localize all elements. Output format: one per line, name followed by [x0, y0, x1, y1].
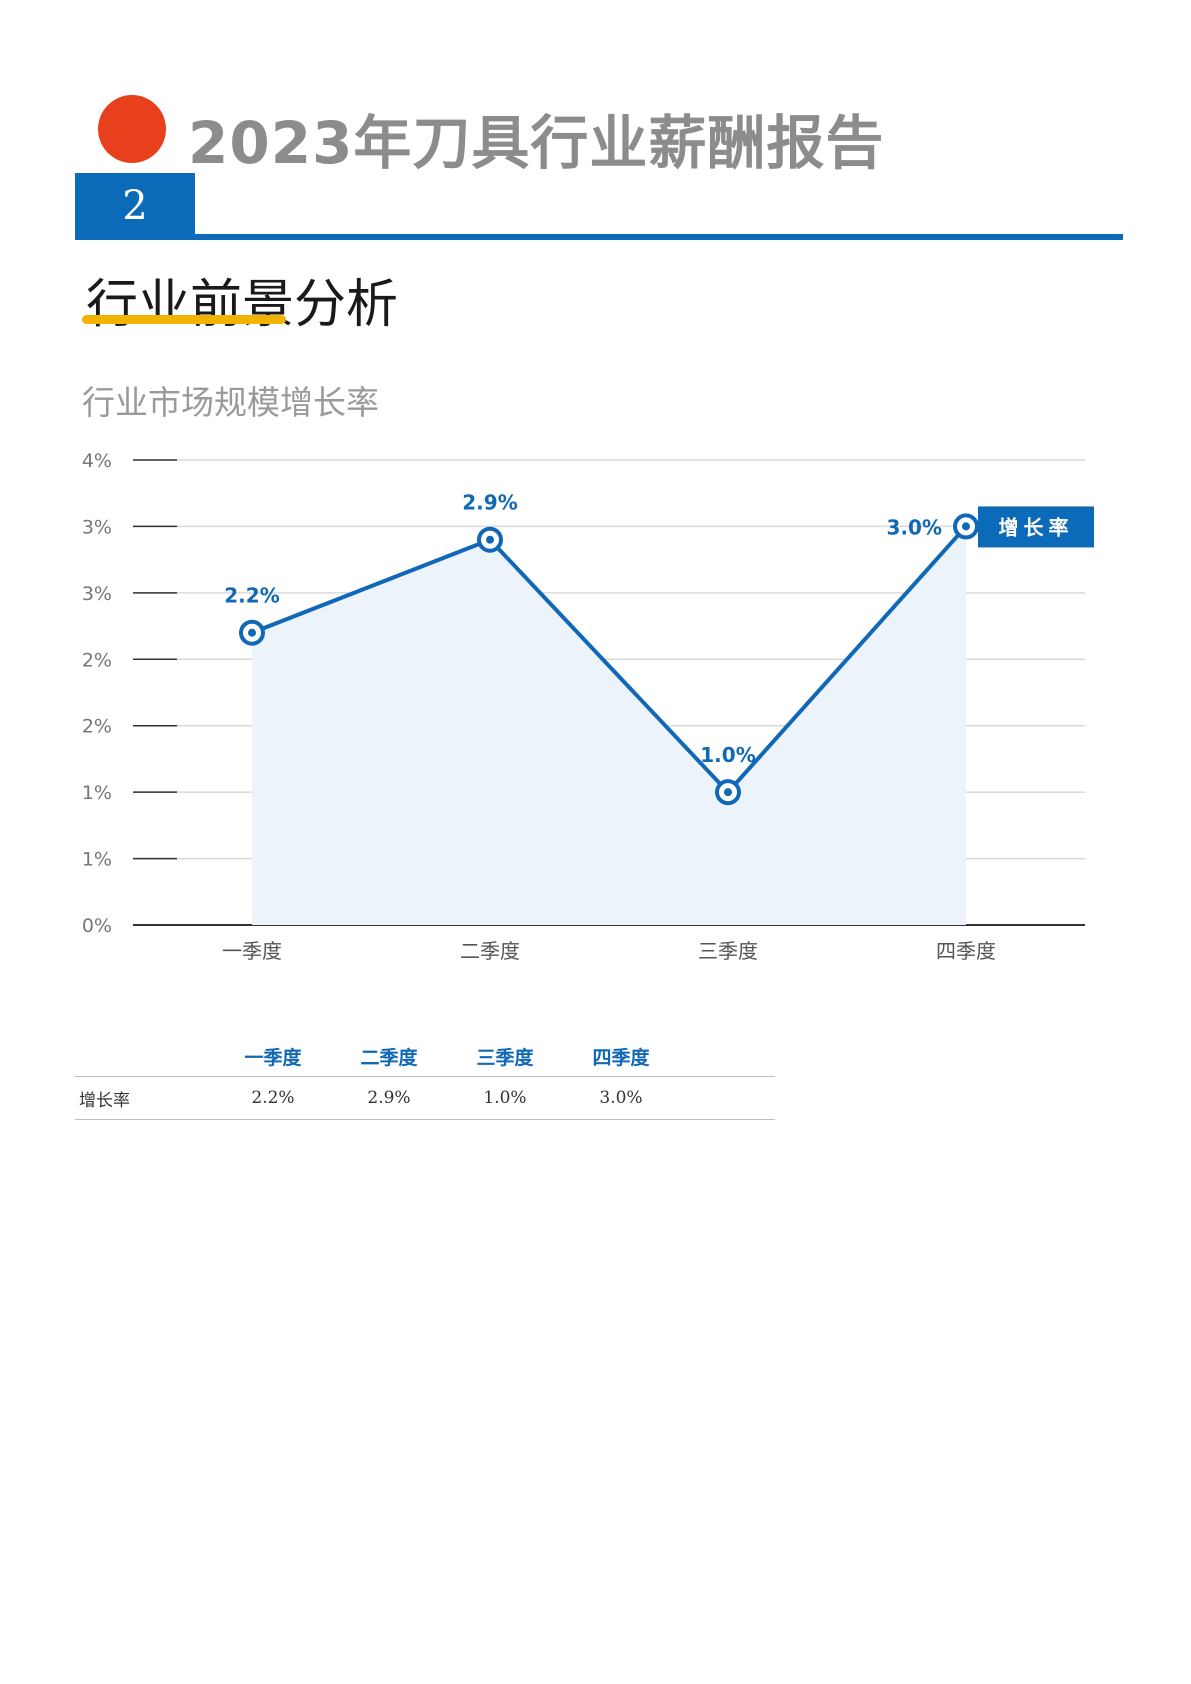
table-header-row: 一季度 二季度 三季度 四季度: [75, 1036, 775, 1077]
data-point-center: [248, 628, 256, 637]
data-label: 1.0%: [700, 743, 755, 767]
report-title: 2023年刀具行业薪酬报告: [188, 109, 885, 177]
data-label: 3.0%: [887, 515, 942, 539]
y-tick-label: 3%: [82, 516, 112, 538]
data-table: 一季度 二季度 三季度 四季度 增长率 2.2% 2.9% 1.0% 3.0%: [75, 1036, 775, 1120]
table-header-cell: 三季度: [447, 1036, 563, 1077]
table-cell: 1.0%: [447, 1076, 563, 1120]
y-tick-label: 3%: [82, 583, 112, 605]
table-header-cell: [75, 1036, 215, 1077]
y-tick-label: 0%: [82, 915, 112, 937]
data-point-center: [724, 788, 732, 797]
table-cell: 2.2%: [215, 1076, 331, 1120]
series-area: [252, 526, 966, 925]
data-point-center: [962, 522, 970, 531]
table-header-cell: [679, 1036, 775, 1077]
y-tick-label: 2%: [82, 716, 112, 738]
data-point-center: [486, 535, 494, 544]
table-cell: 2.9%: [331, 1076, 447, 1120]
y-tick-label: 1%: [82, 849, 112, 871]
table-row: 增长率 2.2% 2.9% 1.0% 3.0%: [75, 1076, 775, 1120]
table-cell: [679, 1076, 775, 1120]
x-tick-label: 一季度: [222, 939, 282, 963]
y-tick-label: 2%: [82, 649, 112, 671]
report-logo-dot: [98, 95, 166, 163]
section-number-box: 2: [75, 173, 195, 239]
growth-rate-chart: 0% 1% 1% 2% 2% 3% 3% 4% 一季度 二季度 三季度 四季度 2.2% 2.9% 1.0…: [82, 450, 1094, 963]
section-title: 行业前景分析: [86, 275, 399, 335]
legend-label: 增长率: [999, 515, 1074, 539]
table-cell: 3.0%: [563, 1076, 679, 1120]
table-header-cell: 二季度: [331, 1036, 447, 1077]
x-tick-label: 三季度: [698, 939, 758, 963]
table-row-label: 增长率: [75, 1076, 215, 1120]
y-tick-label: 1%: [82, 782, 112, 804]
x-tick-label: 二季度: [460, 939, 520, 963]
chart-title: 行业市场规模增长率: [82, 383, 379, 422]
data-label: 2.2%: [224, 584, 279, 608]
section-title-underline: [82, 315, 286, 324]
table-header-cell: 一季度: [215, 1036, 331, 1077]
y-tick-label: 4%: [82, 450, 112, 472]
table-header-cell: 四季度: [563, 1036, 679, 1077]
x-tick-label: 四季度: [936, 939, 996, 963]
section-divider: [75, 234, 1123, 240]
data-label: 2.9%: [462, 491, 517, 515]
